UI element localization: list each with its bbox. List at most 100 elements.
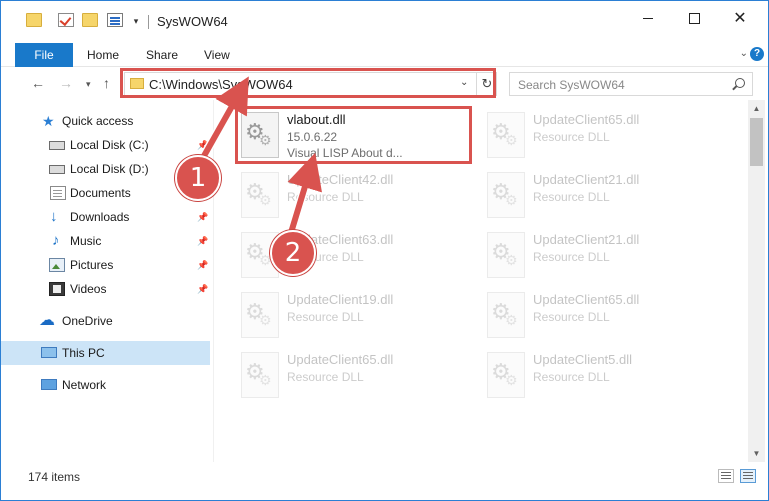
expand-ribbon-icon[interactable]: ⌄ [740,48,748,59]
window-title: SysWOW64 [157,14,228,29]
quick-access-dropdown-icon[interactable]: ▾ [130,15,142,27]
file-name: UpdateClient65.dll [533,112,640,127]
sidebar-item-network[interactable]: Network [1,373,210,397]
file-highlight [235,106,472,164]
new-folder-icon[interactable] [82,13,98,27]
scroll-up-icon[interactable]: ▲ [748,100,765,117]
sidebar-item-label: Music [70,234,102,248]
sidebar-item-pictures[interactable]: Pictures 📌 [1,253,210,277]
file-tile[interactable]: UpdateClient5.dll Resource DLL [483,348,723,406]
properties-check-icon[interactable] [58,13,74,27]
address-bar-highlight [120,68,496,98]
file-name: UpdateClient65.dll [287,352,394,367]
dll-file-icon [241,172,279,218]
file-tile[interactable]: UpdateClient21.dll Resource DLL [483,228,723,286]
onedrive-icon: ☁ [39,312,55,329]
sidebar-item-label: Local Disk (C:) [70,138,149,152]
dll-file-icon [487,352,525,398]
sidebar-item-label: This PC [62,346,105,360]
file-name: UpdateClient42.dll [287,172,394,187]
sidebar-item-onedrive[interactable]: ☁ OneDrive [1,309,210,333]
dll-file-icon [241,352,279,398]
search-input[interactable]: Search SysWOW64 [509,72,753,96]
sidebar-item-downloads[interactable]: ↓ Downloads 📌 [1,205,210,229]
this-pc-icon [41,347,57,358]
navigation-pane: ★ Quick access Local Disk (C:) 📌 Local D… [1,105,213,460]
file-type: Resource DLL [533,310,610,324]
folder-icon [26,13,42,27]
file-type: Resource DLL [533,250,610,264]
file-tile[interactable]: UpdateClient19.dll Resource DLL [237,288,477,346]
recent-locations-chevron-icon[interactable]: ▾ [86,79,91,90]
file-name: UpdateClient5.dll [533,352,633,367]
sidebar-item-quick-access[interactable]: ★ Quick access [1,109,210,133]
sidebar-item-label: Quick access [62,114,134,128]
tab-view[interactable]: View [204,43,230,67]
details-view-icon[interactable] [718,469,734,483]
callout-step-1: 1 [175,155,221,201]
callout-step-2: 2 [270,230,316,276]
search-icon [735,78,745,88]
videos-icon [49,282,65,296]
back-arrow-icon[interactable]: ← [31,75,45,91]
file-type: Resource DLL [287,190,364,204]
sidebar-item-videos[interactable]: Videos 📌 [1,277,210,301]
pin-icon: 📌 [197,283,209,294]
sidebar-item-music[interactable]: ♪ Music 📌 [1,229,210,253]
scroll-down-icon[interactable]: ▼ [748,445,765,462]
file-name: UpdateClient19.dll [287,292,394,307]
help-icon[interactable]: ? [750,47,764,61]
tab-home[interactable]: Home [87,43,119,67]
file-name: UpdateClient21.dll [533,172,640,187]
sidebar-item-label: Documents [70,186,131,200]
file-type: Resource DLL [287,370,364,384]
title-bar: ▾ SysWOW64 ✕ [1,1,768,39]
tab-share[interactable]: Share [146,43,178,67]
network-icon [41,379,57,390]
pin-icon: 📌 [197,235,209,246]
customize-icon[interactable] [107,13,123,27]
file-type: Resource DLL [533,370,610,384]
sidebar-item-label: Pictures [70,258,114,272]
file-tile[interactable]: UpdateClient42.dll Resource DLL [237,168,477,226]
file-type: Resource DLL [533,130,610,144]
file-tile[interactable]: UpdateClient65.dll Resource DLL [237,348,477,406]
status-bar: 174 items [1,465,768,489]
up-arrow-icon[interactable]: ↑ [103,75,110,91]
sidebar-item-this-pc[interactable]: This PC [1,341,210,365]
sidebar-item-label: Local Disk (D:) [70,162,149,176]
scrollbar-thumb[interactable] [750,118,763,166]
item-count: 174 items [28,470,81,484]
vertical-scrollbar[interactable]: ▲ ▼ [748,100,765,462]
file-tile[interactable]: UpdateClient65.dll Resource DLL [483,288,723,346]
dll-file-icon [241,292,279,338]
dll-file-icon [487,232,525,278]
file-tile[interactable]: UpdateClient21.dll Resource DLL [483,168,723,226]
disk-icon [49,141,65,150]
file-name: UpdateClient65.dll [533,292,640,307]
forward-arrow-icon[interactable]: → [59,75,73,91]
large-icons-view-icon[interactable] [740,469,756,483]
pin-icon: 📌 [197,139,209,150]
disk-icon [49,165,65,174]
minimize-button[interactable] [625,1,671,35]
maximize-button[interactable] [671,1,717,35]
ribbon-tabs: File Home Share View ⌄ ? [1,39,768,67]
sidebar-divider [213,100,214,462]
dll-file-icon [487,292,525,338]
title-separator [148,15,149,29]
file-tile[interactable]: UpdateClient65.dll Resource DLL [483,108,723,166]
quick-access-star-icon: ★ [42,113,55,129]
pin-icon: 📌 [197,259,209,270]
music-icon: ♪ [52,232,60,249]
file-type: Resource DLL [287,310,364,324]
close-button[interactable]: ✕ [717,1,763,35]
sidebar-item-label: OneDrive [62,314,113,328]
file-name: UpdateClient21.dll [533,232,640,247]
sidebar-item-label: Downloads [70,210,130,224]
sidebar-item-local-disk-c[interactable]: Local Disk (C:) 📌 [1,133,210,157]
documents-icon [50,186,66,200]
tab-file[interactable]: File [15,43,73,67]
sidebar-item-label: Videos [70,282,107,296]
dll-file-icon [487,172,525,218]
